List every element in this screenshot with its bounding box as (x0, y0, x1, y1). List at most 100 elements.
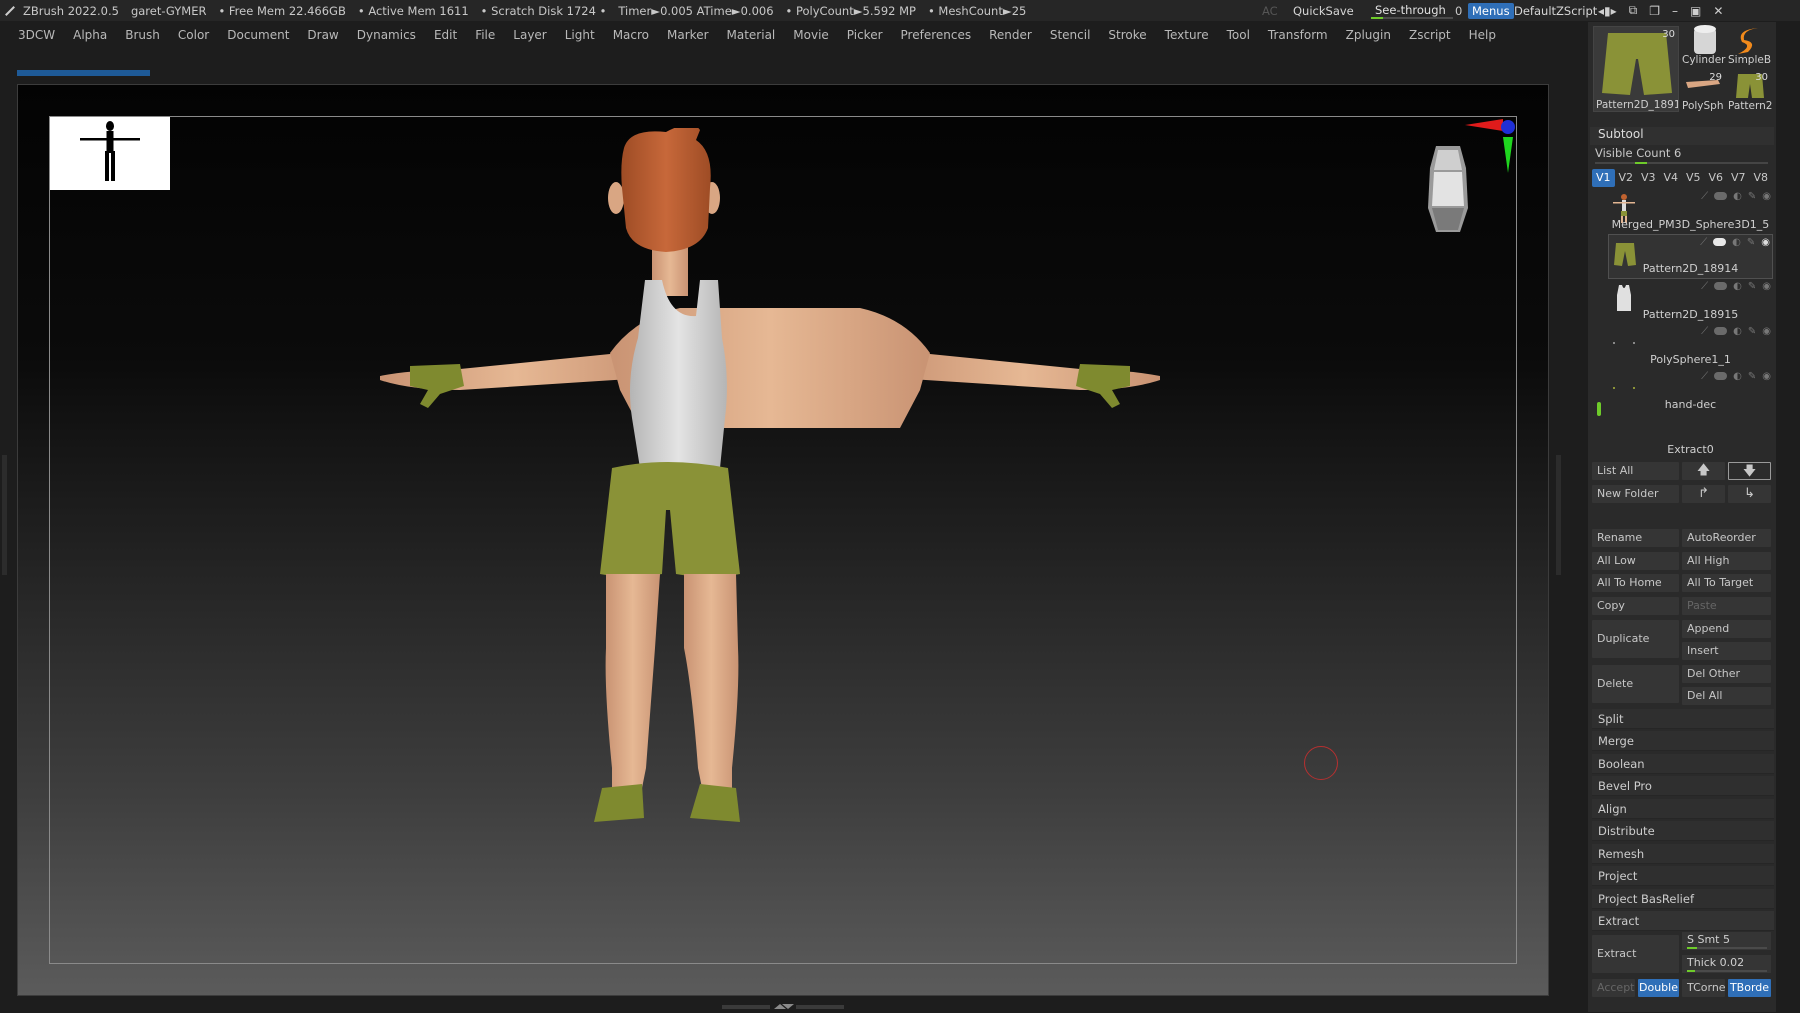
menu-material[interactable]: Material (727, 28, 776, 42)
solo-icon[interactable]: ◐ (1733, 191, 1742, 202)
lock-icon[interactable]: ⟋ (1701, 281, 1708, 292)
brush-icon[interactable]: ✎ (1748, 371, 1756, 382)
lock-icon[interactable]: ⟋ (1701, 326, 1708, 337)
menu-stencil[interactable]: Stencil (1050, 28, 1091, 42)
ac-label[interactable]: AC (1262, 0, 1278, 21)
pattern-tool-thumb[interactable]: 30 Pattern2 (1728, 70, 1772, 114)
section-remesh[interactable]: Remesh (1592, 844, 1774, 864)
section-project-basrelief[interactable]: Project BasRelief (1592, 889, 1774, 909)
menu-macro[interactable]: Macro (613, 28, 649, 42)
cylinder-tool-thumb[interactable]: Cylinder (1682, 24, 1726, 68)
right-tray-handle[interactable] (1556, 455, 1561, 575)
tab-v7[interactable]: V7 (1727, 169, 1750, 187)
extract-button[interactable]: Extract (1592, 935, 1679, 973)
duplicate-button[interactable]: Duplicate (1592, 620, 1679, 658)
brush-icon[interactable]: ✎ (1748, 281, 1756, 292)
section-split[interactable]: Split (1592, 709, 1774, 729)
restore-icon[interactable]: ▣ (1690, 4, 1701, 18)
navigation-cube-icon[interactable] (1418, 138, 1478, 238)
insert-button[interactable]: Insert (1682, 642, 1771, 660)
menu-edit[interactable]: Edit (434, 28, 457, 42)
minimize-icon[interactable]: – (1672, 4, 1678, 18)
menu-alpha[interactable]: Alpha (73, 28, 107, 42)
quicksave-button[interactable]: QuickSave (1293, 0, 1354, 21)
subtool-item[interactable]: ⟋ ◐ ✎ ◉ PolySphere1_1 (1608, 324, 1773, 369)
menu-movie[interactable]: Movie (793, 28, 829, 42)
folder-up-icon[interactable]: ↱ (1682, 485, 1725, 503)
current-tool-thumb[interactable]: 30 Pattern2D_1891 (1593, 26, 1679, 112)
menu-preferences[interactable]: Preferences (901, 28, 972, 42)
menu-texture[interactable]: Texture (1165, 28, 1209, 42)
section-bevel-pro[interactable]: Bevel Pro (1592, 776, 1774, 796)
tab-v6[interactable]: V6 (1705, 169, 1728, 187)
section-boolean[interactable]: Boolean (1592, 754, 1774, 774)
menu-dynamics[interactable]: Dynamics (357, 28, 416, 42)
tab-v5[interactable]: V5 (1682, 169, 1705, 187)
all-low-button[interactable]: All Low (1592, 552, 1679, 570)
tab-v1[interactable]: V1 (1592, 169, 1615, 187)
menu-help[interactable]: Help (1469, 28, 1496, 42)
del-other-button[interactable]: Del Other (1682, 665, 1771, 683)
subtool-header[interactable]: Subtool (1590, 127, 1774, 145)
brush-icon[interactable]: ✎ (1748, 191, 1756, 202)
section-extract[interactable]: Extract (1592, 911, 1774, 931)
del-all-button[interactable]: Del All (1682, 687, 1771, 705)
accept-button[interactable]: Accept (1592, 979, 1635, 997)
move-down-icon[interactable]: 🡇 (1728, 462, 1771, 480)
menu-zplugin[interactable]: Zplugin (1346, 28, 1391, 42)
subtool-item[interactable]: ⟋ ◐ ✎ ◉ Merged_PM3D_Sphere3D1_5 (1608, 189, 1773, 234)
section-project[interactable]: Project (1592, 866, 1774, 886)
toggle-icon[interactable] (1713, 238, 1727, 246)
see-through-slider[interactable]: See-through 0 (1369, 0, 1462, 21)
folder-down-icon[interactable]: ↳ (1728, 485, 1771, 503)
menu-color[interactable]: Color (178, 28, 209, 42)
clone-icon[interactable]: ❐ (1649, 4, 1660, 18)
toggle-icon[interactable] (1714, 192, 1728, 200)
solo-icon[interactable]: ◐ (1733, 326, 1742, 337)
scroll-indicator[interactable] (1597, 402, 1601, 416)
new-folder-button[interactable]: New Folder (1592, 485, 1679, 503)
thick-slider[interactable]: Thick 0.02 (1682, 955, 1771, 973)
menu-render[interactable]: Render (989, 28, 1032, 42)
menu-3dcw[interactable]: 3DCW (18, 28, 55, 42)
bottom-tray-handle[interactable] (722, 1004, 844, 1010)
menu-picker[interactable]: Picker (847, 28, 883, 42)
menu-draw[interactable]: Draw (307, 28, 338, 42)
polysph-tool-thumb[interactable]: 29 PolySph (1682, 70, 1726, 114)
eye-icon[interactable]: ◉ (1762, 326, 1771, 337)
subtool-item[interactable]: ⟋ ◐ ✎ ◉ hand-dec (1608, 369, 1773, 414)
autoreorder-button[interactable]: AutoReorder (1682, 529, 1771, 547)
menus-toggle[interactable]: Menus (1468, 0, 1514, 21)
character-model[interactable] (380, 128, 1160, 953)
tab-v3[interactable]: V3 (1637, 169, 1660, 187)
simpleb-tool-thumb[interactable]: SimpleB (1728, 24, 1772, 68)
toggle-icon[interactable] (1714, 327, 1728, 335)
section-distribute[interactable]: Distribute (1592, 821, 1774, 841)
copy-button[interactable]: Copy (1592, 597, 1679, 615)
all-to-home-button[interactable]: All To Home (1592, 574, 1679, 592)
eye-icon[interactable]: ◉ (1762, 191, 1771, 202)
append-button[interactable]: Append (1682, 620, 1771, 638)
menu-marker[interactable]: Marker (667, 28, 708, 42)
solo-icon[interactable]: ◐ (1732, 237, 1741, 248)
brush-icon[interactable]: ✎ (1747, 237, 1755, 248)
section-align[interactable]: Align (1592, 799, 1774, 819)
menu-stroke[interactable]: Stroke (1108, 28, 1146, 42)
eye-icon[interactable]: ◉ (1762, 281, 1771, 292)
tab-v2[interactable]: V2 (1615, 169, 1638, 187)
menu-brush[interactable]: Brush (125, 28, 160, 42)
list-all-button[interactable]: List All (1592, 462, 1679, 480)
rename-button[interactable]: Rename (1592, 529, 1679, 547)
double-toggle[interactable]: Double (1638, 979, 1679, 997)
tab-v8[interactable]: V8 (1750, 169, 1773, 187)
eye-icon[interactable]: ◉ (1762, 371, 1771, 382)
s-smt-slider[interactable]: S Smt 5 (1682, 932, 1771, 950)
toggle-icon[interactable] (1714, 372, 1728, 380)
scroll-icon[interactable]: ◂▮▸ (1598, 4, 1617, 18)
paste-button[interactable]: Paste (1682, 597, 1771, 615)
lock-icon[interactable]: ⟋ (1701, 371, 1708, 382)
menu-file[interactable]: File (475, 28, 495, 42)
all-high-button[interactable]: All High (1682, 552, 1771, 570)
solo-icon[interactable]: ◐ (1733, 371, 1742, 382)
all-to-target-button[interactable]: All To Target (1682, 574, 1771, 592)
